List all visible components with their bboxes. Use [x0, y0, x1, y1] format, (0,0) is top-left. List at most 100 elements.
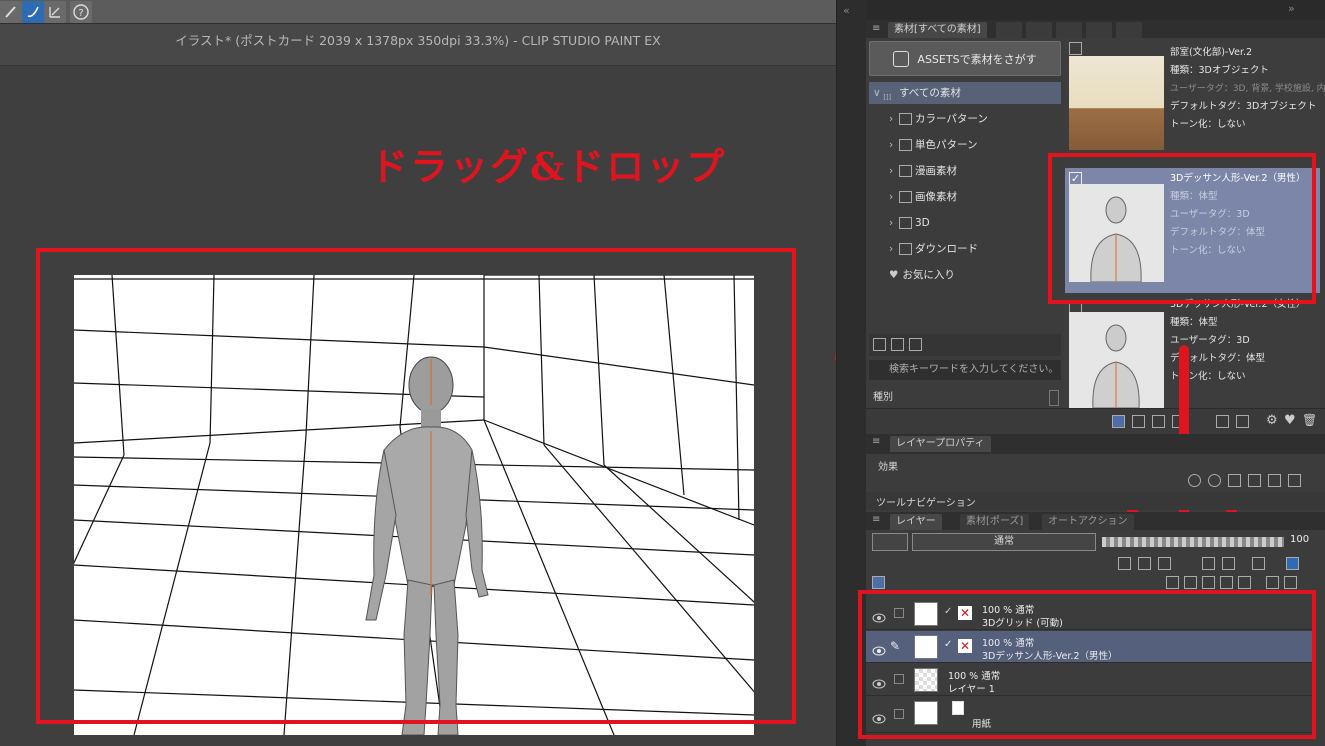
opacity-slider[interactable]: [1102, 537, 1284, 547]
item-default-tag: デフォルトタグ：3Dオブジェクト: [1170, 101, 1317, 112]
material-highlight-frame: [1048, 153, 1316, 304]
lock-alpha-icon[interactable]: [1222, 557, 1235, 570]
material-item[interactable]: 部室(文化部)-Ver.2 種類：3Dオブジェクト ユーザータグ：3D, 背景,…: [1065, 38, 1325, 150]
extract-line-icon[interactable]: [1248, 474, 1261, 487]
new-raster-icon[interactable]: [1166, 576, 1179, 589]
tone-effect-icon[interactable]: [1208, 474, 1221, 487]
tab-auto-action[interactable]: オートアクション: [1042, 514, 1134, 530]
window-title: イラスト* (ポストカード 2039 x 1378px 350dpi 33.3%…: [175, 33, 661, 48]
trash-icon[interactable]: 🗑: [1302, 413, 1317, 427]
opacity-value[interactable]: 100: [1290, 534, 1309, 545]
layer-pane-icon[interactable]: [872, 576, 885, 589]
blend-mode-select[interactable]: 通常: [912, 533, 1096, 551]
clip-icon[interactable]: [1118, 557, 1131, 570]
pen-icon[interactable]: [22, 1, 44, 23]
tree-label: 3D: [915, 217, 930, 229]
tree-label: カラーパターン: [915, 113, 988, 125]
tab-color-icon[interactable]: [1086, 22, 1112, 38]
layer-property-tabbar: ≡ レイヤープロパティ: [866, 434, 1325, 454]
delete-layer-icon[interactable]: [1284, 576, 1297, 589]
tool-navigation-bar[interactable]: ツールナビゲーション: [866, 492, 1325, 510]
settings-icon[interactable]: ⚙: [1266, 413, 1278, 428]
layer-tabbar: ≡ レイヤー 素材[ポーズ] オートアクション: [866, 512, 1325, 530]
brush-icon[interactable]: [0, 1, 22, 23]
item-title: 部室(文化部)-Ver.2: [1170, 47, 1253, 58]
menu-icon[interactable]: ≡: [872, 23, 880, 34]
layer-highlight-frame: [858, 590, 1316, 739]
favorite-heart-icon[interactable]: ♥: [1284, 413, 1296, 428]
item-tone: トーン化：しない: [1170, 119, 1246, 130]
tab-label: レイヤープロパティ: [896, 438, 985, 449]
transfer-icon[interactable]: [1220, 576, 1233, 589]
tree-item-image[interactable]: › 画像素材: [869, 186, 1061, 208]
layer-color-icon[interactable]: [1286, 557, 1299, 570]
assets-icon: [893, 50, 910, 67]
border-effect-icon[interactable]: [1188, 474, 1201, 487]
kind-label: 種別: [873, 392, 893, 403]
manga-icon: [899, 165, 912, 177]
material-text: 部室(文化部)-Ver.2 種類：3Dオブジェクト ユーザータグ：3D, 背景,…: [1170, 44, 1325, 134]
grid-icon: ⁞⁞⁞: [883, 93, 892, 103]
stepper-icon: [1049, 390, 1059, 406]
texture-icon[interactable]: [1268, 474, 1281, 487]
tree-item-3d[interactable]: › 3D: [869, 212, 1061, 234]
new-vector-icon[interactable]: [1184, 576, 1197, 589]
tree-item-favorites[interactable]: ♥ お気に入り: [869, 264, 1061, 286]
import-icon[interactable]: [891, 338, 904, 351]
lock-icon[interactable]: [1202, 557, 1215, 570]
download-icon: [899, 243, 912, 255]
mask-icon[interactable]: [1252, 557, 1265, 570]
tab-sub-view-icon[interactable]: [1026, 22, 1052, 38]
layer-toolbar: [866, 554, 1325, 592]
tree-label: 単色パターン: [915, 139, 978, 151]
tab-navigator-icon[interactable]: [996, 22, 1022, 38]
tab-layer[interactable]: レイヤー: [890, 514, 942, 530]
tab-info-icon[interactable]: [1116, 22, 1142, 38]
tree-item-all[interactable]: ∨ ⁞⁞⁞ すべての素材: [869, 82, 1061, 104]
expand-icon[interactable]: »: [1288, 2, 1295, 15]
new-folder-icon[interactable]: [1202, 576, 1215, 589]
tree-item-mono-pattern[interactable]: › 単色パターン: [869, 134, 1061, 156]
assets-button-label: ASSETSで素材をさがす: [917, 52, 1037, 66]
material-tree: ∨ ⁞⁞⁞ すべての素材 › カラーパターン › 単色パターン › 漫画素材 › 画像素材 …: [869, 80, 1061, 334]
tab-palette-icon[interactable]: [1056, 22, 1082, 38]
tab-materials[interactable]: 素材[すべての素材]: [888, 22, 987, 38]
item-kind: 種類：3Dオブジェクト: [1170, 65, 1269, 76]
tree-label: お気に入り: [902, 269, 955, 281]
kind-dropdown[interactable]: 種別: [869, 388, 1061, 408]
stepper-icon[interactable]: [1288, 474, 1301, 487]
layer-color-select[interactable]: [872, 533, 908, 551]
tree-label: ダウンロード: [915, 243, 978, 255]
canvas-toolbar: ?: [0, 0, 836, 24]
tool-navigation-label: ツールナビゲーション: [876, 498, 976, 509]
layer-mask-icon[interactable]: [1266, 576, 1279, 589]
tree-item-download[interactable]: › ダウンロード: [869, 238, 1061, 260]
collapse-icon[interactable]: «: [843, 4, 850, 17]
combine-icon[interactable]: [1238, 576, 1251, 589]
new-folder-icon[interactable]: [873, 338, 886, 351]
tree-toolbar: [869, 334, 1061, 356]
svg-text:?: ?: [78, 8, 83, 19]
edit-icon[interactable]: [909, 338, 922, 351]
draft-icon[interactable]: [1158, 557, 1171, 570]
material-tabs: ≡ 素材[すべての素材]: [866, 20, 1325, 38]
classroom-thumbnail: [1069, 56, 1164, 150]
assets-search-button[interactable]: ASSETSで素材をさがす: [869, 41, 1061, 76]
reference-icon[interactable]: [1138, 557, 1151, 570]
layer-color-icon[interactable]: [1228, 474, 1241, 487]
tab-pose-material[interactable]: 素材[ポーズ]: [960, 514, 1030, 530]
dock-header: »: [866, 0, 1325, 20]
search-input[interactable]: 検索キーワードを入力してください。: [869, 360, 1061, 380]
help-icon[interactable]: ?: [70, 1, 92, 23]
tab-layer-property[interactable]: レイヤープロパティ: [890, 436, 991, 452]
tree-item-manga[interactable]: › 漫画素材: [869, 160, 1061, 182]
effect-label: 効果: [878, 462, 898, 473]
tree-label: すべての素材: [899, 87, 961, 99]
item-checkbox[interactable]: [1069, 42, 1082, 55]
cube-icon: [899, 217, 912, 229]
tree-item-color-pattern[interactable]: › カラーパターン: [869, 108, 1061, 130]
tree-label: 画像素材: [915, 191, 957, 203]
ruler-icon[interactable]: [44, 1, 66, 23]
menu-icon[interactable]: ≡: [872, 436, 880, 447]
menu-icon[interactable]: ≡: [872, 514, 880, 525]
